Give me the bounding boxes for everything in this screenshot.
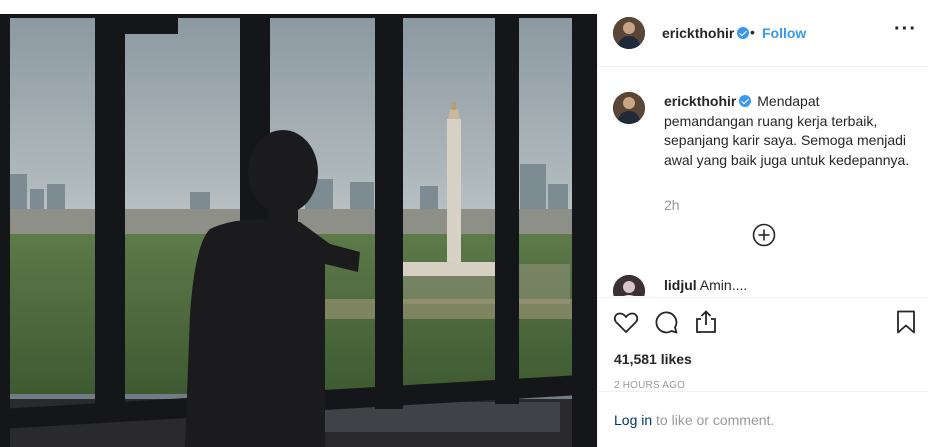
post-timestamp[interactable]: 2 HOURS AGO [614, 380, 685, 391]
verified-badge-icon [739, 95, 752, 107]
post-panel: erickthohir • Follow ··· erickthohir Men… [597, 14, 928, 447]
separator-dot: • [750, 24, 755, 40]
post-header: erickthohir • Follow ··· [598, 14, 928, 67]
login-prompt: Log in to like or comment. [598, 391, 928, 447]
follow-button[interactable]: Follow [762, 25, 806, 41]
avatar[interactable] [613, 17, 645, 49]
username-link[interactable]: erickthohir [662, 25, 750, 41]
username-text[interactable]: erickthohir [662, 25, 734, 41]
share-icon[interactable] [692, 308, 720, 336]
more-options-icon[interactable]: ··· [894, 18, 917, 41]
comments-area[interactable]: erickthohir Mendapat pemandangan ruang k… [598, 68, 928, 296]
caption-username-text[interactable]: erickthohir [664, 93, 736, 109]
caption-username[interactable]: erickthohir [664, 93, 752, 109]
caption-text: erickthohir Mendapat pemandangan ruang k… [664, 92, 912, 170]
caption-time[interactable]: 2h [664, 197, 680, 213]
heart-icon[interactable] [612, 308, 640, 336]
avatar[interactable] [613, 275, 645, 296]
comment-username[interactable]: lidjul [664, 277, 697, 293]
bookmark-icon[interactable] [892, 308, 920, 336]
avatar[interactable] [613, 92, 645, 124]
comment-icon[interactable] [652, 308, 680, 336]
login-prompt-text: to like or comment. [652, 412, 775, 428]
login-link[interactable]: Log in [614, 412, 652, 428]
comment-text: lidjul Amin.... [664, 277, 747, 293]
post-photo[interactable] [0, 14, 597, 447]
action-bar: 41,581 likes 2 HOURS AGO [598, 297, 928, 403]
comment-body: Amin.... [699, 277, 748, 293]
verified-badge-icon [737, 27, 750, 39]
likes-count[interactable]: 41,581 likes [614, 351, 692, 367]
plus-circle-icon[interactable] [752, 223, 776, 247]
